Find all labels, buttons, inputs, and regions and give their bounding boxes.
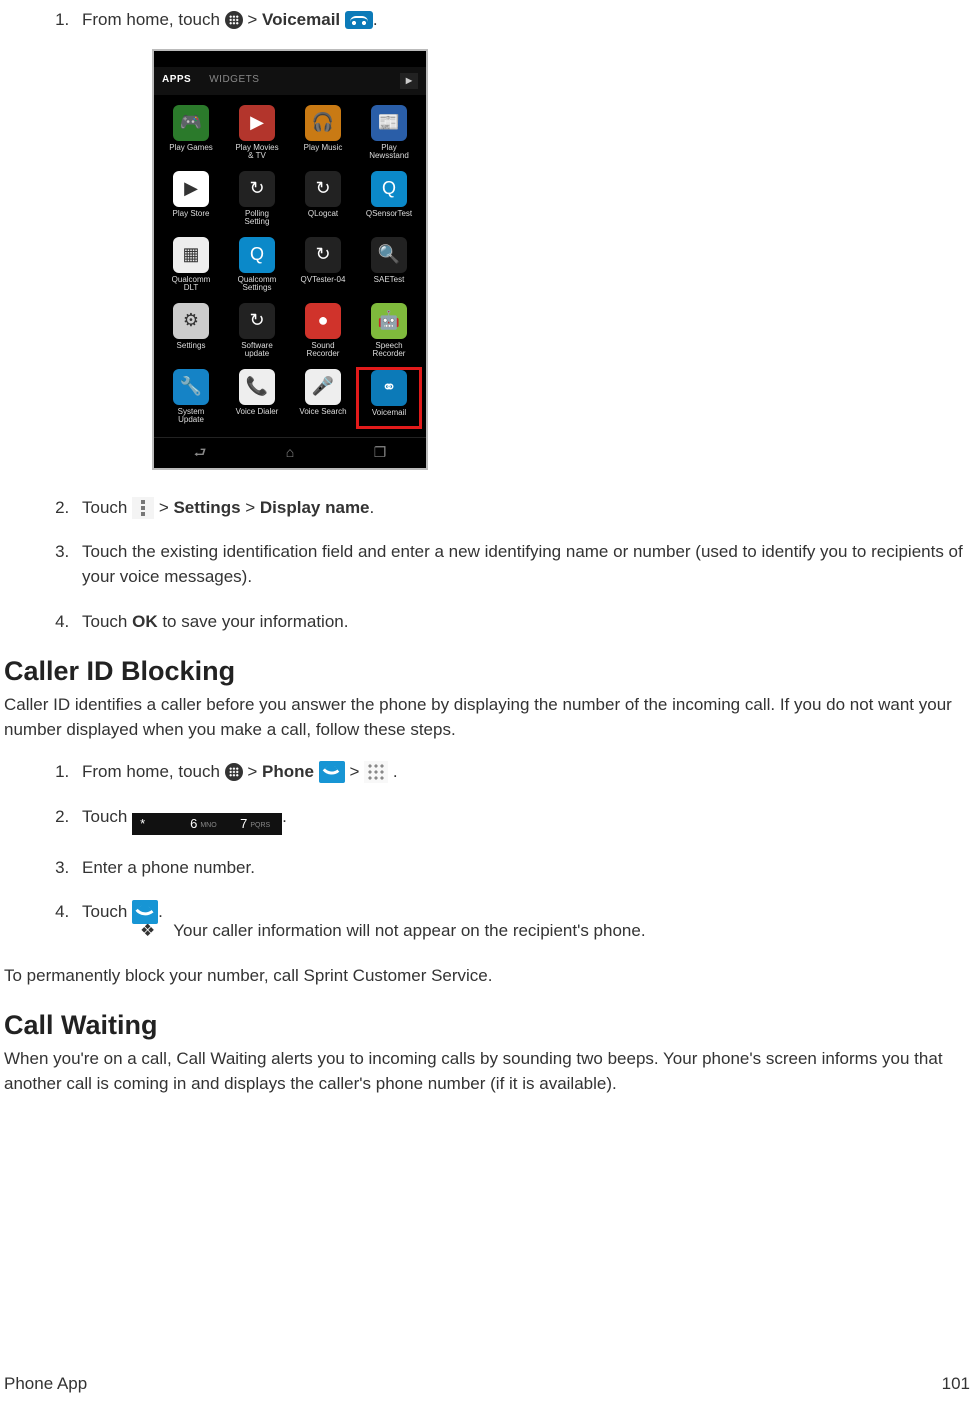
para-caller-id: Caller ID identifies a caller before you… xyxy=(4,693,970,742)
app-label: Play Music xyxy=(304,144,343,153)
app-label: Voicemail xyxy=(372,409,406,418)
app-play-store: ▶ Play Store xyxy=(158,169,224,231)
phone-icon xyxy=(319,761,345,783)
app-icon: 🎮 xyxy=(173,105,209,141)
app-icon: ↻ xyxy=(239,303,275,339)
app-icon: 🔍 xyxy=(371,237,407,273)
para-call-waiting: When you're on a call, Call Waiting aler… xyxy=(4,1047,970,1096)
app-voicemail: ⚭ Voicemail xyxy=(356,367,422,429)
dialpad-icon xyxy=(364,761,388,783)
cid-step3: Enter a phone number. xyxy=(74,856,970,881)
para-permanent-block: To permanently block your number, call S… xyxy=(4,964,970,989)
home-icon: ⌂ xyxy=(286,442,294,462)
app-sound-recorder: ● SoundRecorder xyxy=(290,301,356,363)
steps-list-2: From home, touch > Phone > . Touch *6MNO… xyxy=(4,760,970,943)
app-label: Play Movies& TV xyxy=(235,144,278,162)
key-7: 7PQRS xyxy=(232,813,282,835)
call-icon xyxy=(132,900,158,924)
app-voice-dialer: 📞 Voice Dialer xyxy=(224,367,290,429)
page-footer: Phone App 101 xyxy=(4,1374,970,1394)
app-label: QLogcat xyxy=(308,210,338,219)
play-store-icon xyxy=(400,73,418,89)
app-icon: ● xyxy=(305,303,341,339)
app-icon: ↻ xyxy=(305,171,341,207)
app-label: PlayNewsstand xyxy=(369,144,409,162)
phone-screenshot: APPS WIDGETS 🎮 Play Games ▶ Play Movies& TV… xyxy=(152,49,428,470)
app-label: PollingSetting xyxy=(245,210,270,228)
cid-step4: Touch . Your caller information will not… xyxy=(74,900,970,943)
app-polling-setting: ↻ PollingSetting xyxy=(224,169,290,231)
app-icon: ▦ xyxy=(173,237,209,273)
app-icon: ▶ xyxy=(239,105,275,141)
app-icon: 📰 xyxy=(371,105,407,141)
step4: Touch OK to save your information. xyxy=(74,610,970,635)
app-icon: ↻ xyxy=(239,171,275,207)
substep: Your caller information will not appear … xyxy=(132,919,970,944)
app-label: Softwareupdate xyxy=(241,342,273,360)
app-play-newsstand: 📰 PlayNewsstand xyxy=(356,103,422,165)
apps-icon xyxy=(225,11,243,29)
app-icon: Q xyxy=(239,237,275,273)
app-label: SystemUpdate xyxy=(178,408,205,426)
app-label: Voice Search xyxy=(299,408,346,417)
tab-apps: APPS xyxy=(162,73,191,88)
app-icon: 🤖 xyxy=(371,303,407,339)
app-label: SpeechRecorder xyxy=(373,342,406,360)
app-play-games: 🎮 Play Games xyxy=(158,103,224,165)
voicemail-icon xyxy=(345,11,373,29)
key-star: * xyxy=(132,813,182,835)
app-label: QVTester-04 xyxy=(301,276,346,285)
tab-widgets: WIDGETS xyxy=(209,73,259,88)
app-qsensortest: Q QSensorTest xyxy=(356,169,422,231)
overflow-icon xyxy=(132,497,154,519)
key-sequence: *6MNO7PQRS xyxy=(132,811,282,836)
app-qualcomm-settings: Q QualcommSettings xyxy=(224,235,290,297)
step3: Touch the existing identification field … xyxy=(74,540,970,589)
heading-call-waiting: Call Waiting xyxy=(4,1010,970,1041)
app-label: SoundRecorder xyxy=(307,342,340,360)
footer-left: Phone App xyxy=(4,1374,87,1394)
app-label: SAETest xyxy=(374,276,405,285)
app-qlogcat: ↻ QLogcat xyxy=(290,169,356,231)
substep-list: Your caller information will not appear … xyxy=(82,919,970,944)
recent-icon: ❐ xyxy=(374,442,387,462)
app-icon: Q xyxy=(371,171,407,207)
app-icon: ↻ xyxy=(305,237,341,273)
back-icon: ⮐ xyxy=(194,442,207,462)
app-settings: ⚙ Settings xyxy=(158,301,224,363)
app-icon: 📞 xyxy=(239,369,275,405)
app-icon: 🎧 xyxy=(305,105,341,141)
heading-caller-id-blocking: Caller ID Blocking xyxy=(4,656,970,687)
footer-page-number: 101 xyxy=(942,1374,970,1394)
app-software-update: ↻ Softwareupdate xyxy=(224,301,290,363)
nav-bar: ⮐ ⌂ ❐ xyxy=(154,437,426,468)
app-icon: ⚭ xyxy=(371,370,407,406)
app-icon: 🎤 xyxy=(305,369,341,405)
app-play-music: 🎧 Play Music xyxy=(290,103,356,165)
app-play-movies-tv: ▶ Play Movies& TV xyxy=(224,103,290,165)
step1: From home, touch > Voicemail . APPS WIDG… xyxy=(74,8,970,470)
step2: Touch > Settings > Display name. xyxy=(74,496,970,521)
app-label: Play Games xyxy=(169,144,213,153)
apps-icon xyxy=(225,763,243,781)
cid-step1: From home, touch > Phone > . xyxy=(74,760,970,785)
app-label: Settings xyxy=(177,342,206,351)
app-icon: ▶ xyxy=(173,171,209,207)
key-6: 6MNO xyxy=(182,813,232,835)
app-label: QualcommSettings xyxy=(238,276,277,294)
steps-list-1: From home, touch > Voicemail . APPS WIDG… xyxy=(4,8,970,634)
app-label: QualcommDLT xyxy=(172,276,211,294)
app-icon: ⚙ xyxy=(173,303,209,339)
cid-step2: Touch *6MNO7PQRS. xyxy=(74,805,970,836)
app-qualcomm-dlt: ▦ QualcommDLT xyxy=(158,235,224,297)
app-label: Play Store xyxy=(173,210,210,219)
app-system-update: 🔧 SystemUpdate xyxy=(158,367,224,429)
app-label: Voice Dialer xyxy=(236,408,279,417)
app-label: QSensorTest xyxy=(366,210,412,219)
app-qvtester-04: ↻ QVTester-04 xyxy=(290,235,356,297)
app-icon: 🔧 xyxy=(173,369,209,405)
app-speech-recorder: 🤖 SpeechRecorder xyxy=(356,301,422,363)
app-saetest: 🔍 SAETest xyxy=(356,235,422,297)
app-voice-search: 🎤 Voice Search xyxy=(290,367,356,429)
